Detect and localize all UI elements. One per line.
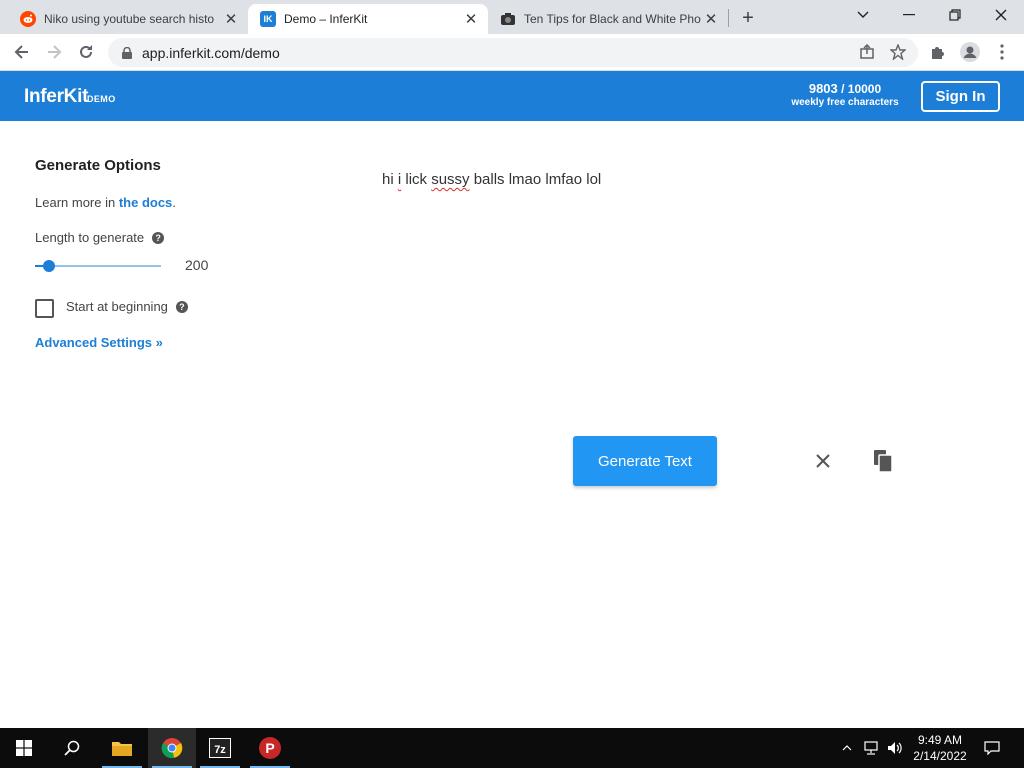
- quota-total: 10000: [847, 82, 882, 96]
- clock-time: 9:49 AM: [917, 733, 963, 747]
- camera-icon: [500, 11, 516, 27]
- help-icon[interactable]: ?: [175, 300, 188, 313]
- puzzle-icon: [932, 47, 944, 59]
- learn-more-text: Learn more in the docs.: [35, 195, 176, 210]
- reddit-icon: [20, 11, 36, 27]
- 7zip-icon[interactable]: 7z: [196, 728, 244, 768]
- forward-button[interactable]: [40, 38, 68, 66]
- avatar-icon: [960, 42, 980, 62]
- close-tab-icon[interactable]: ✕: [702, 10, 720, 28]
- back-arrow-icon: [14, 45, 28, 59]
- generate-text-button[interactable]: Generate Text: [573, 436, 717, 486]
- prompt-part: balls lmao lmfao lol: [469, 171, 602, 188]
- system-clock[interactable]: 9:49 AM 2/14/2022: [900, 732, 980, 764]
- demo-badge: DEMO: [87, 94, 116, 104]
- length-label-row: Length to generate ?: [35, 230, 165, 245]
- tab-inferkit[interactable]: IK Demo – InferKit ✕: [248, 4, 488, 34]
- tab-reddit[interactable]: Niko using youtube search histo ✕: [8, 4, 248, 34]
- tab-search-icon[interactable]: [840, 0, 886, 30]
- lock-icon[interactable]: [120, 46, 134, 60]
- length-label: Length to generate: [35, 230, 145, 245]
- bookmark-button[interactable]: [884, 38, 912, 66]
- learn-suffix: .: [172, 195, 176, 210]
- site-header: InferKit DEMO 9803 / 10000 weekly free c…: [0, 71, 1024, 121]
- quota-label: weekly free characters: [791, 97, 899, 108]
- inferkit-logo[interactable]: InferKit: [24, 86, 88, 108]
- clock-date: 2/14/2022: [913, 749, 967, 763]
- length-value: 200: [185, 257, 209, 273]
- start-label-row: Start at beginning ?: [66, 299, 188, 314]
- reload-button[interactable]: [72, 38, 100, 66]
- character-quota: 9803 / 10000 weekly free characters: [780, 81, 910, 108]
- quota-used: 9803: [808, 81, 838, 96]
- help-icon[interactable]: ?: [152, 231, 165, 244]
- tab-divider: [728, 9, 729, 27]
- extensions-button[interactable]: [924, 38, 952, 66]
- browser-toolbar: app.inferkit.com/demo: [0, 34, 1024, 71]
- address-bar[interactable]: app.inferkit.com/demo: [108, 38, 918, 67]
- close-window-button[interactable]: [978, 0, 1024, 30]
- minimize-button[interactable]: [886, 0, 932, 30]
- misspelled-word: sussy: [431, 171, 470, 188]
- advanced-settings-link[interactable]: Advanced Settings »: [35, 335, 163, 350]
- tab-title: Demo – InferKit: [284, 12, 368, 26]
- share-icon: [860, 44, 874, 59]
- windows-taskbar: 7z P 9:49 AM 2/14/2022: [0, 728, 1024, 768]
- inferkit-icon: IK: [260, 11, 276, 27]
- network-icon[interactable]: [860, 728, 882, 768]
- prompt-part: lick: [401, 171, 432, 188]
- new-tab-button[interactable]: +: [736, 6, 760, 30]
- learn-prefix: Learn more in: [35, 195, 119, 210]
- svg-text:7z: 7z: [214, 744, 226, 756]
- forward-arrow-icon: [48, 45, 62, 59]
- reload-icon: [80, 45, 92, 58]
- prompt-text[interactable]: hi i lick sussy balls lmao lmfao lol: [382, 171, 601, 188]
- copy-icon[interactable]: [871, 448, 895, 474]
- file-explorer-icon[interactable]: [98, 728, 146, 768]
- docs-link[interactable]: the docs: [119, 195, 172, 210]
- chrome-icon[interactable]: [148, 728, 196, 768]
- menu-button[interactable]: [988, 38, 1016, 66]
- back-button[interactable]: [8, 38, 36, 66]
- tab-title: Niko using youtube search histo: [44, 12, 215, 26]
- url-text: app.inferkit.com/demo: [142, 44, 280, 61]
- svg-text:P: P: [265, 740, 274, 756]
- search-icon[interactable]: [48, 728, 96, 768]
- close-tab-icon[interactable]: ✕: [462, 10, 480, 28]
- tab-photo-tips[interactable]: Ten Tips for Black and White Pho ✕: [488, 4, 728, 34]
- kebab-menu-icon: [1000, 44, 1004, 60]
- clear-icon[interactable]: [812, 450, 834, 472]
- options-title: Generate Options: [35, 157, 161, 174]
- profile-button[interactable]: [956, 38, 984, 66]
- notification-icon[interactable]: [980, 728, 1004, 768]
- share-button[interactable]: [853, 38, 881, 66]
- close-tab-icon[interactable]: ✕: [222, 10, 240, 28]
- restore-button[interactable]: [932, 0, 978, 30]
- show-hidden-icons[interactable]: [838, 728, 856, 768]
- start-icon[interactable]: [0, 728, 48, 768]
- prompt-part: hi: [382, 171, 398, 188]
- length-slider-thumb[interactable]: [43, 260, 55, 272]
- star-icon: [890, 44, 906, 60]
- sign-in-button[interactable]: Sign In: [921, 81, 1000, 112]
- tab-strip: Niko using youtube search histo ✕ IK Dem…: [0, 0, 1024, 34]
- start-label[interactable]: Start at beginning: [66, 299, 168, 314]
- psiphon-icon[interactable]: P: [246, 728, 294, 768]
- tab-title: Ten Tips for Black and White Pho: [524, 12, 701, 26]
- start-at-beginning-checkbox[interactable]: [35, 299, 54, 318]
- quota-separator: /: [837, 82, 848, 96]
